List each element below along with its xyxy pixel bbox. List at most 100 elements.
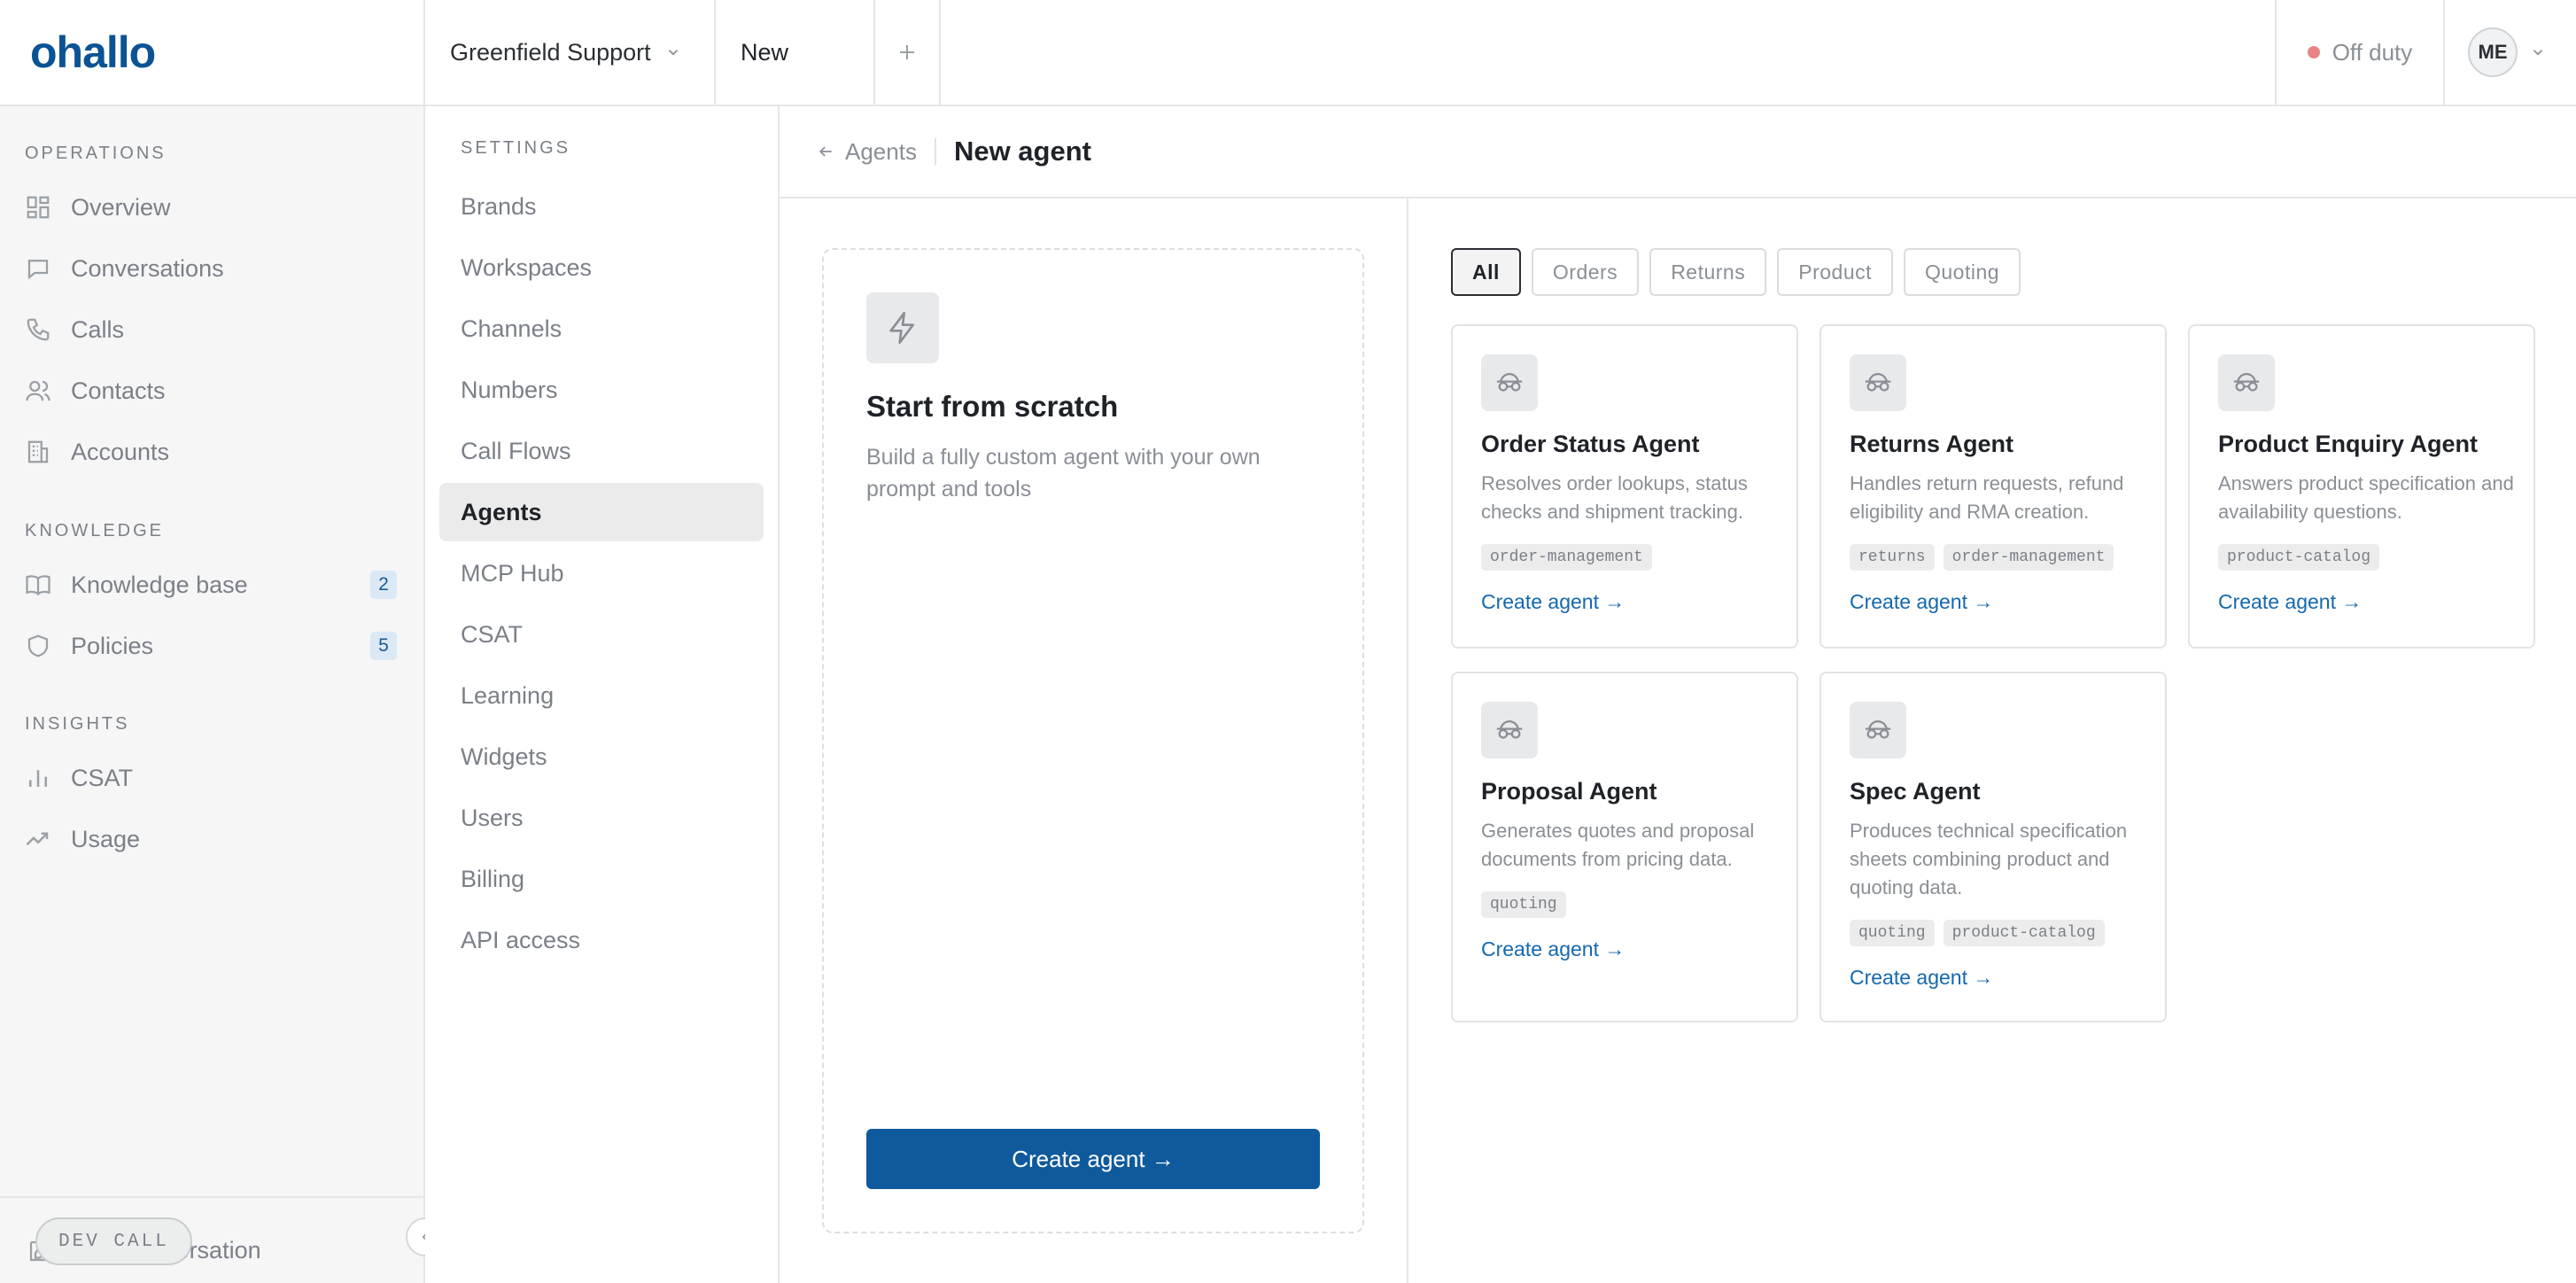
template-tags: quoting [1481, 891, 1566, 918]
tag: product-catalog [2218, 544, 2380, 571]
settings-item-api-access[interactable]: API access [439, 911, 764, 969]
arrow-left-icon [817, 143, 834, 160]
nav-section-operations: OPERATIONS [25, 144, 167, 163]
create-agent-link[interactable]: Create agent → [1850, 966, 1993, 990]
robot-icon [1481, 702, 1538, 758]
filter-product[interactable]: Product [1777, 248, 1893, 296]
nav-item-policies[interactable]: Policies 5 [0, 619, 423, 673]
tag: order-management [1943, 544, 2114, 571]
count-badge: 2 [370, 571, 397, 599]
nav-item-accounts[interactable]: Accounts [0, 425, 423, 478]
template-tags: product-catalog [2218, 544, 2380, 571]
book-icon [25, 572, 51, 598]
settings-item-call-flows[interactable]: Call Flows [439, 422, 764, 480]
dashboard-icon [25, 194, 51, 221]
back-to-agents-link[interactable]: Agents [817, 138, 936, 165]
template-title: Spec Agent [1850, 778, 1981, 805]
robot-icon [2218, 354, 2275, 411]
main-content: Agents New agent Start from scratch Buil… [780, 106, 2576, 1283]
template-card-spec[interactable]: Spec Agent Produces technical specificat… [1819, 672, 2167, 1023]
phone-icon [25, 316, 51, 343]
chat-bubble-icon [25, 255, 51, 282]
robot-icon [1850, 354, 1906, 411]
settings-item-widgets[interactable]: Widgets [439, 727, 764, 786]
settings-item-csat[interactable]: CSAT [439, 605, 764, 664]
category-filters: All Orders Returns Product Quoting [1451, 248, 2021, 296]
tag: product-catalog [1943, 920, 2105, 946]
template-card-order-status[interactable]: Order Status Agent Resolves order lookup… [1451, 324, 1798, 649]
create-custom-agent-button[interactable]: Create agent → [866, 1129, 1320, 1189]
create-agent-link[interactable]: Create agent → [1481, 937, 1625, 961]
add-tab-button[interactable] [875, 0, 941, 105]
nav-item-csat[interactable]: CSAT [0, 751, 423, 805]
filter-all[interactable]: All [1451, 248, 1521, 296]
settings-item-learning[interactable]: Learning [439, 666, 764, 725]
nav-item-label: Overview [71, 193, 171, 221]
dev-call-pill[interactable]: DEV CALL [35, 1217, 192, 1265]
tag: returns [1850, 544, 1935, 571]
nav-item-usage[interactable]: Usage [0, 813, 423, 866]
template-description: Answers product specification and availa… [2218, 472, 2514, 523]
create-agent-link[interactable]: Create agent → [2218, 590, 2362, 614]
settings-item-brands[interactable]: Brands [439, 177, 764, 236]
logo-text: ohallo [30, 27, 156, 77]
left-nav: OPERATIONS Overview Conversations Calls … [0, 106, 425, 1283]
nav-item-calls[interactable]: Calls [0, 303, 423, 356]
user-menu[interactable]: ME [2445, 0, 2576, 105]
chevron-down-icon [665, 44, 681, 60]
template-card-returns[interactable]: Returns Agent Handles return requests, r… [1819, 324, 2167, 649]
workspace-name: Greenfield Support [450, 38, 651, 66]
nav-item-contacts[interactable]: Contacts [0, 364, 423, 417]
settings-item-mcp-hub[interactable]: MCP Hub [439, 544, 764, 603]
template-tags: order-management [1481, 544, 1652, 571]
settings-item-users[interactable]: Users [439, 789, 764, 847]
tab-new[interactable]: New [716, 0, 875, 105]
robot-icon [1850, 702, 1906, 758]
settings-item-agents[interactable]: Agents [439, 483, 764, 541]
create-agent-link[interactable]: Create agent → [1481, 590, 1625, 614]
nav-item-overview[interactable]: Overview [0, 181, 423, 234]
tab-new-label: New [741, 38, 789, 66]
settings-item-channels[interactable]: Channels [439, 299, 764, 358]
chevron-down-icon [2530, 44, 2546, 60]
duty-status-label: Off duty [2332, 38, 2413, 66]
filter-returns[interactable]: Returns [1649, 248, 1767, 296]
nav-item-label: Contacts [71, 377, 166, 404]
nav-item-label: Policies [71, 632, 154, 659]
shield-icon [25, 633, 51, 659]
filter-quoting[interactable]: Quoting [1904, 248, 2021, 296]
status-dot-icon [2307, 46, 2320, 58]
robot-icon [1481, 354, 1538, 411]
nav-item-conversations[interactable]: Conversations [0, 242, 423, 295]
nav-section-insights: INSIGHTS [25, 714, 130, 734]
avatar: ME [2468, 27, 2518, 77]
bar-chart-icon [25, 765, 51, 791]
nav-item-label: Calls [71, 315, 125, 343]
templates-panel: All Orders Returns Product Quoting Order… [1408, 198, 2576, 1283]
nav-item-label: Usage [71, 825, 141, 852]
duty-status-toggle[interactable]: Off duty [2275, 0, 2445, 105]
template-title: Returns Agent [1850, 431, 2014, 457]
logo[interactable]: ohallo [0, 0, 425, 105]
settings-item-numbers[interactable]: Numbers [439, 361, 764, 419]
template-card-proposal[interactable]: Proposal Agent Generates quotes and prop… [1451, 672, 1798, 1023]
template-title: Proposal Agent [1481, 778, 1657, 805]
page-title: New agent [953, 136, 1091, 167]
template-description: Generates quotes and proposal documents … [1481, 820, 1755, 870]
settings-item-billing[interactable]: Billing [439, 850, 764, 908]
template-tags: returns order-management [1850, 544, 2114, 571]
plus-icon [896, 42, 918, 63]
settings-item-workspaces[interactable]: Workspaces [439, 238, 764, 297]
nav-item-label: Conversations [71, 254, 224, 282]
nav-footer: New conversation DEV CALL [0, 1196, 423, 1283]
create-agent-link[interactable]: Create agent → [1850, 590, 1993, 614]
scratch-title: Start from scratch [866, 390, 1119, 423]
template-description: Handles return requests, refund eligibil… [1850, 472, 2124, 523]
filter-orders[interactable]: Orders [1531, 248, 1640, 296]
template-card-product-enquiry[interactable]: Product Enquiry Agent Answers product sp… [2188, 324, 2535, 649]
nav-item-label: Knowledge base [71, 571, 248, 598]
tag: order-management [1481, 544, 1652, 571]
workspace-switcher[interactable]: Greenfield Support [425, 0, 716, 105]
nav-item-knowledge-base[interactable]: Knowledge base 2 [0, 558, 423, 611]
